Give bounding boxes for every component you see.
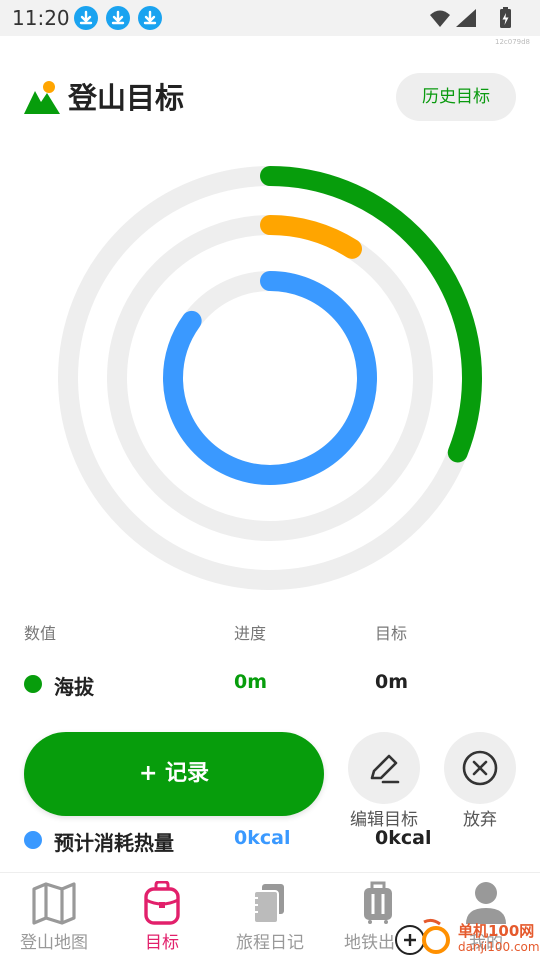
- abandon-button[interactable]: [444, 732, 516, 804]
- table-row: 海拔 0m 0m: [0, 668, 540, 708]
- build-id: 12c079d8: [494, 38, 530, 46]
- status-bar: 11:20: [0, 0, 540, 36]
- status-time: 11:20: [12, 6, 70, 30]
- page-title: 登山目标: [68, 81, 185, 115]
- tab-label: 登山地图: [20, 933, 88, 953]
- mountain-sun-icon: [24, 81, 60, 114]
- tab-map[interactable]: 登山地图: [0, 873, 108, 960]
- legend-dot: [24, 831, 42, 849]
- close-circle-icon: [462, 750, 498, 786]
- tab-label: 目标: [145, 933, 179, 953]
- history-goals-button[interactable]: 历史目标: [396, 73, 516, 121]
- watermark-text: 单机100网: [458, 922, 535, 940]
- record-button[interactable]: + 记录: [24, 732, 324, 816]
- edit-goal-button[interactable]: [348, 732, 420, 804]
- watermark-subtext: danji100.com: [458, 940, 540, 954]
- backpack-icon: [144, 881, 180, 925]
- row-target: 0kcal: [375, 827, 432, 849]
- wifi-icon: [430, 10, 450, 27]
- edit-goal-label: 编辑目标: [350, 810, 418, 830]
- download-icon: [74, 6, 98, 30]
- row-name: 预计消耗热量: [54, 831, 174, 855]
- tab-goal[interactable]: 目标: [108, 873, 216, 960]
- row-name: 海拔: [54, 675, 94, 699]
- legend-dot: [24, 675, 42, 693]
- pencil-icon: [370, 754, 400, 784]
- signal-icon: [456, 9, 476, 27]
- column-header-progress: 进度: [234, 624, 267, 643]
- abandon-label: 放弃: [463, 810, 497, 830]
- battery-charging-icon: [500, 7, 511, 28]
- system-status-icons: [430, 7, 511, 28]
- map-icon: [32, 882, 76, 925]
- row-progress: 0kcal: [234, 827, 291, 849]
- progress-rings: [58, 166, 482, 590]
- column-header-target: 目标: [375, 624, 408, 643]
- download-icon: [138, 6, 162, 30]
- download-icon: [106, 6, 130, 30]
- tab-label: 旅程日记: [236, 933, 304, 953]
- row-target: 0m: [375, 671, 409, 693]
- column-header-value: 数值: [24, 624, 57, 643]
- row-progress: 0m: [234, 671, 268, 693]
- middle-ring-track: [107, 215, 433, 541]
- tab-diary[interactable]: 旅程日记: [216, 873, 324, 960]
- notebook-icon: [253, 884, 284, 924]
